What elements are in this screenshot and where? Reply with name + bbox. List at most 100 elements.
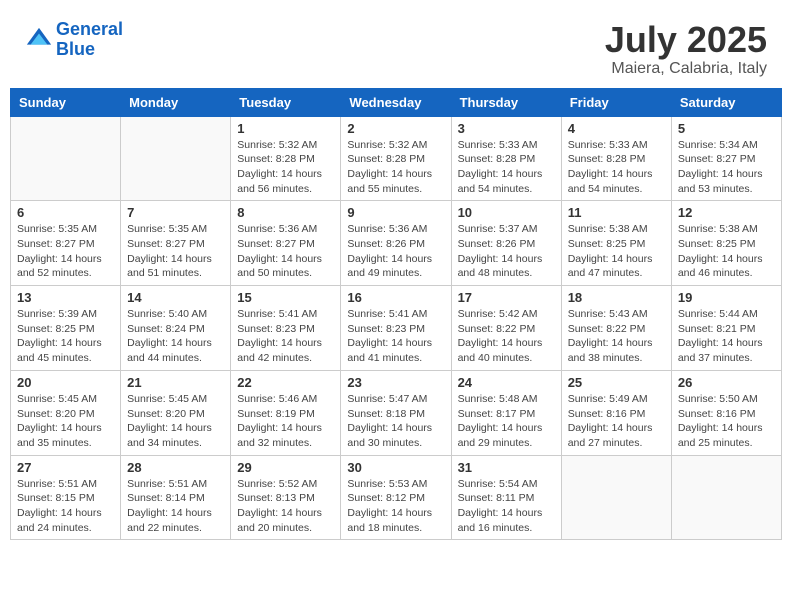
calendar-day-cell: 30 Sunrise: 5:53 AM Sunset: 8:12 PM Dayli…: [341, 455, 451, 540]
day-number: 7: [127, 205, 224, 220]
day-number: 21: [127, 375, 224, 390]
day-number: 2: [347, 121, 444, 136]
day-number: 22: [237, 375, 334, 390]
day-number: 6: [17, 205, 114, 220]
location-title: Maiera, Calabria, Italy: [605, 60, 767, 78]
calendar-day-cell: 16Sunrise: 5:41 AM Sunset: 8:23 PM Dayli…: [341, 286, 451, 371]
day-info: Sunrise: 5:38 AM Sunset: 8:25 PM Dayligh…: [568, 222, 665, 281]
calendar-week-row: 20 Sunrise: 5:45 AM Sunset: 8:20 PM Dayli…: [11, 370, 782, 455]
calendar-day-cell: 6 Sunrise: 5:35 AM Sunset: 8:27 PM Daylig…: [11, 201, 121, 286]
day-number: 28: [127, 460, 224, 475]
weekday-header: Saturday: [671, 88, 781, 116]
weekday-header: Monday: [121, 88, 231, 116]
calendar-day-cell: 8 Sunrise: 5:36 AM Sunset: 8:27 PM Daylig…: [231, 201, 341, 286]
day-number: 20: [17, 375, 114, 390]
calendar-day-cell: 31Sunrise: 5:54 AM Sunset: 8:11 PM Dayli…: [451, 455, 561, 540]
weekday-header: Tuesday: [231, 88, 341, 116]
day-number: 26: [678, 375, 775, 390]
day-info: Sunrise: 5:52 AM Sunset: 8:13 PM Dayligh…: [237, 477, 334, 536]
calendar-day-cell: 20Sunrise: 5:45 AM Sunset: 8:20 PM Dayli…: [11, 370, 121, 455]
day-info: Sunrise: 5:32 AM Sunset: 8:28 PM Dayligh…: [237, 138, 334, 197]
calendar-day-cell: 7 Sunrise: 5:35 AM Sunset: 8:27 PM Daylig…: [121, 201, 231, 286]
day-number: 25: [568, 375, 665, 390]
day-info: Sunrise: 5:48 AM Sunset: 8:17 PM Dayligh…: [458, 392, 555, 451]
day-info: Sunrise: 5:53 AM Sunset: 8:12 PM Dayligh…: [347, 477, 444, 536]
calendar-day-cell: 25 Sunrise: 5:49 AM Sunset: 8:16 PM Dayli…: [561, 370, 671, 455]
calendar-day-cell: [671, 455, 781, 540]
day-number: 19: [678, 290, 775, 305]
weekday-header: Thursday: [451, 88, 561, 116]
logo-line1: General: [56, 19, 123, 39]
calendar-day-cell: 11Sunrise: 5:38 AM Sunset: 8:25 PM Dayli…: [561, 201, 671, 286]
day-number: 23: [347, 375, 444, 390]
day-info: Sunrise: 5:54 AM Sunset: 8:11 PM Dayligh…: [458, 477, 555, 536]
day-number: 27: [17, 460, 114, 475]
day-info: Sunrise: 5:35 AM Sunset: 8:27 PM Dayligh…: [127, 222, 224, 281]
day-info: Sunrise: 5:41 AM Sunset: 8:23 PM Dayligh…: [347, 307, 444, 366]
calendar-day-cell: 15Sunrise: 5:41 AM Sunset: 8:23 PM Dayli…: [231, 286, 341, 371]
day-number: 1: [237, 121, 334, 136]
day-number: 8: [237, 205, 334, 220]
day-info: Sunrise: 5:36 AM Sunset: 8:26 PM Dayligh…: [347, 222, 444, 281]
page-header: General Blue July 2025 Maiera, Calabria,…: [10, 10, 782, 83]
day-number: 10: [458, 205, 555, 220]
day-info: Sunrise: 5:37 AM Sunset: 8:26 PM Dayligh…: [458, 222, 555, 281]
day-info: Sunrise: 5:49 AM Sunset: 8:16 PM Dayligh…: [568, 392, 665, 451]
calendar-day-cell: 19 Sunrise: 5:44 AM Sunset: 8:21 PM Dayli…: [671, 286, 781, 371]
day-info: Sunrise: 5:41 AM Sunset: 8:23 PM Dayligh…: [237, 307, 334, 366]
calendar-day-cell: 14Sunrise: 5:40 AM Sunset: 8:24 PM Dayli…: [121, 286, 231, 371]
day-number: 30: [347, 460, 444, 475]
calendar-day-cell: 18 Sunrise: 5:43 AM Sunset: 8:22 PM Dayli…: [561, 286, 671, 371]
day-info: Sunrise: 5:43 AM Sunset: 8:22 PM Dayligh…: [568, 307, 665, 366]
calendar-day-cell: 23Sunrise: 5:47 AM Sunset: 8:18 PM Dayli…: [341, 370, 451, 455]
calendar-day-cell: 2 Sunrise: 5:32 AM Sunset: 8:28 PM Daylig…: [341, 116, 451, 201]
month-title: July 2025: [605, 20, 767, 60]
calendar-week-row: 6 Sunrise: 5:35 AM Sunset: 8:27 PM Daylig…: [11, 201, 782, 286]
calendar-day-cell: 26 Sunrise: 5:50 AM Sunset: 8:16 PM Dayli…: [671, 370, 781, 455]
calendar-day-cell: 22Sunrise: 5:46 AM Sunset: 8:19 PM Dayli…: [231, 370, 341, 455]
day-info: Sunrise: 5:51 AM Sunset: 8:15 PM Dayligh…: [17, 477, 114, 536]
day-info: Sunrise: 5:33 AM Sunset: 8:28 PM Dayligh…: [568, 138, 665, 197]
day-number: 13: [17, 290, 114, 305]
calendar-table: SundayMondayTuesdayWednesdayThursdayFrid…: [10, 88, 782, 541]
calendar-day-cell: 4 Sunrise: 5:33 AM Sunset: 8:28 PM Daylig…: [561, 116, 671, 201]
day-number: 5: [678, 121, 775, 136]
calendar-day-cell: 21 Sunrise: 5:45 AM Sunset: 8:20 PM Dayli…: [121, 370, 231, 455]
calendar-day-cell: 24 Sunrise: 5:48 AM Sunset: 8:17 PM Dayli…: [451, 370, 561, 455]
day-info: Sunrise: 5:36 AM Sunset: 8:27 PM Dayligh…: [237, 222, 334, 281]
day-number: 12: [678, 205, 775, 220]
day-info: Sunrise: 5:44 AM Sunset: 8:21 PM Dayligh…: [678, 307, 775, 366]
calendar-day-cell: 17 Sunrise: 5:42 AM Sunset: 8:22 PM Dayli…: [451, 286, 561, 371]
calendar-day-cell: 3 Sunrise: 5:33 AM Sunset: 8:28 PM Daylig…: [451, 116, 561, 201]
day-info: Sunrise: 5:32 AM Sunset: 8:28 PM Dayligh…: [347, 138, 444, 197]
day-info: Sunrise: 5:38 AM Sunset: 8:25 PM Dayligh…: [678, 222, 775, 281]
day-info: Sunrise: 5:35 AM Sunset: 8:27 PM Dayligh…: [17, 222, 114, 281]
logo-icon: [25, 26, 53, 54]
calendar-day-cell: [561, 455, 671, 540]
day-number: 18: [568, 290, 665, 305]
logo: General Blue: [25, 20, 123, 60]
day-info: Sunrise: 5:50 AM Sunset: 8:16 PM Dayligh…: [678, 392, 775, 451]
day-info: Sunrise: 5:40 AM Sunset: 8:24 PM Dayligh…: [127, 307, 224, 366]
day-info: Sunrise: 5:42 AM Sunset: 8:22 PM Dayligh…: [458, 307, 555, 366]
calendar-day-cell: [121, 116, 231, 201]
day-number: 4: [568, 121, 665, 136]
weekday-header: Friday: [561, 88, 671, 116]
day-info: Sunrise: 5:45 AM Sunset: 8:20 PM Dayligh…: [127, 392, 224, 451]
weekday-header: Sunday: [11, 88, 121, 116]
day-number: 3: [458, 121, 555, 136]
day-info: Sunrise: 5:33 AM Sunset: 8:28 PM Dayligh…: [458, 138, 555, 197]
calendar-week-row: 27 Sunrise: 5:51 AM Sunset: 8:15 PM Dayli…: [11, 455, 782, 540]
day-info: Sunrise: 5:39 AM Sunset: 8:25 PM Dayligh…: [17, 307, 114, 366]
day-number: 24: [458, 375, 555, 390]
day-number: 29: [237, 460, 334, 475]
calendar-header-row: SundayMondayTuesdayWednesdayThursdayFrid…: [11, 88, 782, 116]
calendar-day-cell: 27 Sunrise: 5:51 AM Sunset: 8:15 PM Dayli…: [11, 455, 121, 540]
title-block: July 2025 Maiera, Calabria, Italy: [605, 20, 767, 78]
calendar-day-cell: 28Sunrise: 5:51 AM Sunset: 8:14 PM Dayli…: [121, 455, 231, 540]
day-number: 17: [458, 290, 555, 305]
day-info: Sunrise: 5:34 AM Sunset: 8:27 PM Dayligh…: [678, 138, 775, 197]
calendar-day-cell: 13 Sunrise: 5:39 AM Sunset: 8:25 PM Dayli…: [11, 286, 121, 371]
day-number: 9: [347, 205, 444, 220]
calendar-day-cell: 12 Sunrise: 5:38 AM Sunset: 8:25 PM Dayli…: [671, 201, 781, 286]
